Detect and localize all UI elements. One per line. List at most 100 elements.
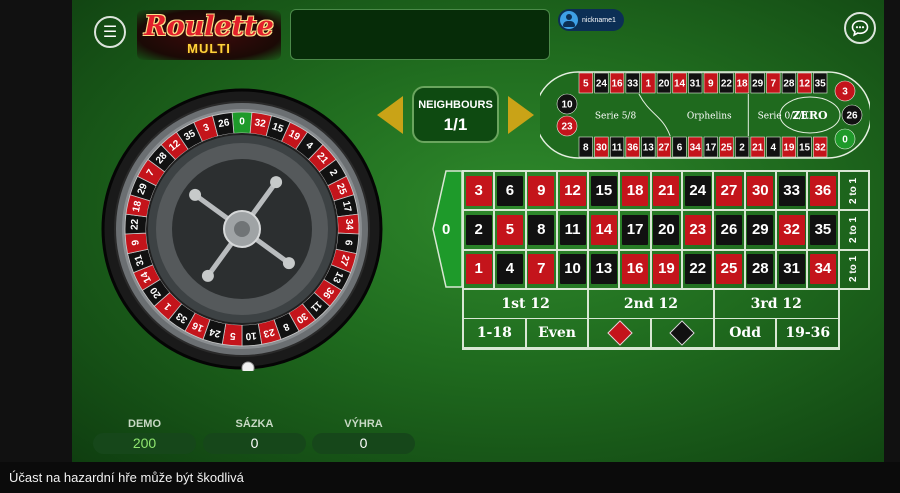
wheel-number-label: 32 xyxy=(254,117,267,130)
svg-text:0: 0 xyxy=(842,135,848,146)
number-cell-35[interactable]: 35 xyxy=(807,210,839,250)
svg-text:25: 25 xyxy=(721,143,733,154)
number-cell-26[interactable]: 26 xyxy=(713,210,745,250)
number-label: 6 xyxy=(496,175,523,206)
wheel-number-label: 34 xyxy=(343,219,354,231)
neighbours-decrease-arrow-icon[interactable] xyxy=(377,96,403,134)
zero-label: 0 xyxy=(442,221,451,238)
gambling-warning-footer: Účast na hazardní hře může být škodlivá xyxy=(0,462,900,493)
high-bet[interactable]: 19-36 xyxy=(776,318,840,348)
number-cell-5[interactable]: 5 xyxy=(494,210,526,250)
chat-bubble-icon[interactable] xyxy=(844,12,876,44)
svg-text:15: 15 xyxy=(799,143,811,154)
dozen-2-bet[interactable]: 2nd 12 xyxy=(588,289,714,319)
bet-label: SÁZKA xyxy=(235,418,274,430)
number-cell-21[interactable]: 21 xyxy=(650,171,683,211)
number-cell-31[interactable]: 31 xyxy=(775,249,808,289)
number-cell-28[interactable]: 28 xyxy=(744,249,776,289)
wheel-number-label: 10 xyxy=(245,330,257,342)
neighbours-label: NEIGHBOURS xyxy=(418,99,493,111)
number-cell-13[interactable]: 13 xyxy=(588,249,620,289)
number-cell-33[interactable]: 33 xyxy=(775,171,808,211)
number-cell-24[interactable]: 24 xyxy=(682,171,714,211)
svg-text:23: 23 xyxy=(561,122,573,133)
number-label: 28 xyxy=(747,254,774,285)
svg-text:28: 28 xyxy=(783,79,795,90)
racetrack-number-20: 20 xyxy=(656,72,672,94)
racetrack-number-11: 11 xyxy=(609,136,625,158)
number-cell-8[interactable]: 8 xyxy=(525,210,557,250)
number-cell-14[interactable]: 14 xyxy=(588,210,620,250)
black-bet[interactable] xyxy=(651,318,714,348)
column-bet-3[interactable]: 2 to 1 xyxy=(838,249,869,289)
number-cell-15[interactable]: 15 xyxy=(588,171,620,211)
number-label: 34 xyxy=(809,254,836,285)
number-cell-29[interactable]: 29 xyxy=(744,210,776,250)
odd-bet[interactable]: Odd xyxy=(713,318,777,348)
number-label: 27 xyxy=(716,175,743,206)
number-cell-17[interactable]: 17 xyxy=(619,210,651,250)
racetrack[interactable]: 5 24 16 33 1 20 14 31 9 22 18 29 7 28 12 35 8 30 11 36 13 27 6… xyxy=(534,70,872,165)
neighbours-increase-arrow-icon[interactable] xyxy=(508,96,534,134)
number-cell-1[interactable]: 1 xyxy=(463,249,495,289)
logo-subtitle: MULTI xyxy=(187,41,231,56)
number-cell-3[interactable]: 3 xyxy=(463,171,495,211)
number-cell-20[interactable]: 20 xyxy=(650,210,683,250)
number-cell-10[interactable]: 10 xyxy=(556,249,589,289)
dozen-3-bet[interactable]: 3rd 12 xyxy=(713,289,839,319)
racetrack-number-30: 30 xyxy=(594,136,609,158)
message-display xyxy=(290,9,550,60)
number-cell-19[interactable]: 19 xyxy=(650,249,683,289)
svg-text:9: 9 xyxy=(708,79,714,90)
number-cell-6[interactable]: 6 xyxy=(494,171,526,211)
betting-board: 0 3 6 9 12 15 18 21 24 27 30 33 36 2 to 1 2 5 8 11 14 17 20… xyxy=(432,170,870,350)
svg-text:22: 22 xyxy=(721,79,733,90)
high-label: 19-36 xyxy=(785,325,831,341)
number-cell-16[interactable]: 16 xyxy=(619,249,651,289)
number-label: 30 xyxy=(747,175,774,206)
dozen-1-bet[interactable]: 1st 12 xyxy=(463,289,589,319)
hamburger-menu-icon[interactable]: ☰ xyxy=(94,16,126,48)
racetrack-number-17: 17 xyxy=(703,136,718,158)
gambling-warning-text: Účast na hazardní hře může být škodlivá xyxy=(9,470,244,485)
column-bet-2[interactable]: 2 to 1 xyxy=(838,210,869,250)
number-label: 16 xyxy=(622,254,649,285)
number-label: 13 xyxy=(590,254,617,285)
number-cell-30[interactable]: 30 xyxy=(744,171,776,211)
svg-text:13: 13 xyxy=(643,143,655,154)
number-cell-36[interactable]: 36 xyxy=(807,171,839,211)
racetrack-number-1: 1 xyxy=(641,72,656,94)
number-cell-7[interactable]: 7 xyxy=(525,249,557,289)
even-bet[interactable]: Even xyxy=(525,318,589,348)
number-label: 9 xyxy=(528,175,555,206)
low-label: 1-18 xyxy=(476,325,512,341)
column-bet-1[interactable]: 2 to 1 xyxy=(838,171,869,211)
number-cell-22[interactable]: 22 xyxy=(682,249,714,289)
svg-text:34: 34 xyxy=(690,143,702,154)
number-cell-4[interactable]: 4 xyxy=(494,249,526,289)
racetrack-number-5: 5 xyxy=(578,72,593,94)
number-cell-25[interactable]: 25 xyxy=(713,249,745,289)
number-cell-2[interactable]: 2 xyxy=(463,210,495,250)
user-badge[interactable]: nickname1 xyxy=(558,9,624,31)
neighbours-selector[interactable]: NEIGHBOURS 1/1 xyxy=(412,86,499,143)
svg-text:31: 31 xyxy=(690,79,702,90)
svg-text:11: 11 xyxy=(612,143,623,154)
svg-text:16: 16 xyxy=(612,79,624,90)
number-cell-32[interactable]: 32 xyxy=(775,210,808,250)
number-cell-18[interactable]: 18 xyxy=(619,171,651,211)
red-bet[interactable] xyxy=(588,318,652,348)
number-cell-34[interactable]: 34 xyxy=(807,249,839,289)
zero-bet-cell[interactable]: 0 xyxy=(432,170,462,288)
low-bet[interactable]: 1-18 xyxy=(463,318,526,348)
svg-text:3: 3 xyxy=(842,87,848,98)
racetrack-number-22: 22 xyxy=(719,72,734,94)
number-cell-11[interactable]: 11 xyxy=(556,210,589,250)
number-cell-27[interactable]: 27 xyxy=(713,171,745,211)
svg-text:14: 14 xyxy=(674,79,686,90)
right-letterbox xyxy=(884,0,900,462)
number-cell-12[interactable]: 12 xyxy=(556,171,589,211)
number-cell-9[interactable]: 9 xyxy=(525,171,557,211)
number-cell-23[interactable]: 23 xyxy=(682,210,714,250)
demo-balance: DEMO 200 xyxy=(93,418,196,454)
